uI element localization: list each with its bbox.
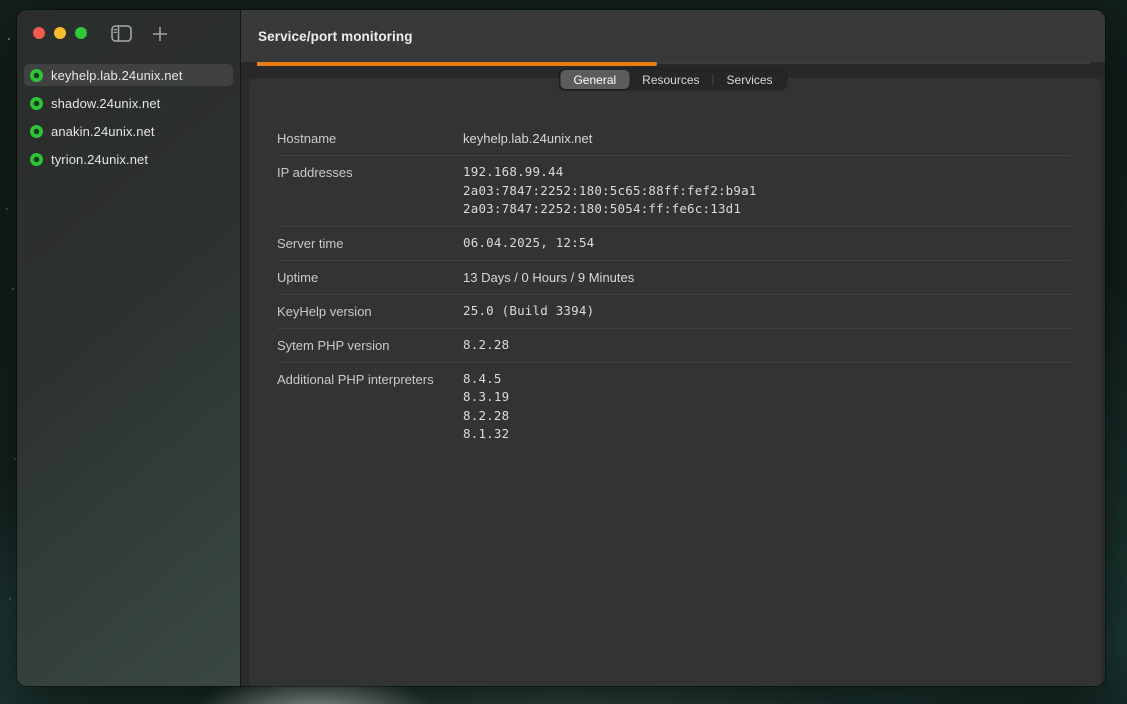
zoom-window-button[interactable]: [75, 27, 87, 39]
detail-values: 192.168.99.442a03:7847:2252:180:5c65:88f…: [463, 163, 1071, 219]
progress-bar: [257, 62, 657, 66]
detail-row: IP addresses192.168.99.442a03:7847:2252:…: [277, 156, 1071, 227]
detail-row: Sytem PHP version8.2.28: [277, 329, 1071, 363]
progress-track: [257, 62, 1090, 64]
detail-value: 8.2.28: [463, 407, 1071, 426]
detail-label: Additional PHP interpreters: [277, 370, 463, 444]
detail-value: keyhelp.lab.24unix.net: [463, 129, 1071, 148]
toggle-sidebar-button[interactable]: [110, 24, 132, 42]
app-window: keyhelp.lab.24unix.net shadow.24unix.net a…: [17, 10, 1105, 686]
detail-values: 06.04.2025, 12:54: [463, 234, 1071, 253]
detail-label: Uptime: [277, 268, 463, 287]
detail-label: Server time: [277, 234, 463, 253]
page-title: Service/port monitoring: [258, 29, 413, 44]
minimize-window-button[interactable]: [54, 27, 66, 39]
detail-label: Hostname: [277, 129, 463, 148]
detail-value: 8.4.5: [463, 370, 1071, 389]
detail-label: KeyHelp version: [277, 302, 463, 321]
detail-value: 25.0 (Build 3394): [463, 302, 1071, 321]
detail-values: 13 Days / 0 Hours / 9 Minutes: [463, 268, 1071, 287]
detail-value: 192.168.99.44: [463, 163, 1071, 182]
detail-value: 06.04.2025, 12:54: [463, 234, 1071, 253]
detail-row: Server time06.04.2025, 12:54: [277, 227, 1071, 261]
server-item-label: keyhelp.lab.24unix.net: [51, 68, 183, 83]
server-item-label: anakin.24unix.net: [51, 124, 155, 139]
tab-bar: GeneralResourcesServices: [559, 69, 786, 90]
detail-value: 13 Days / 0 Hours / 9 Minutes: [463, 268, 1071, 287]
detail-value: 2a03:7847:2252:180:5c65:88ff:fef2:b9a1: [463, 182, 1071, 201]
detail-value: 8.2.28: [463, 336, 1071, 355]
sidebar: keyhelp.lab.24unix.net shadow.24unix.net a…: [17, 10, 240, 686]
server-item-label: tyrion.24unix.net: [51, 152, 148, 167]
detail-value: 8.1.32: [463, 425, 1071, 444]
tab-services[interactable]: Services: [714, 70, 786, 89]
server-item[interactable]: tyrion.24unix.net: [24, 148, 233, 170]
detail-values: 8.4.58.3.198.2.288.1.32: [463, 370, 1071, 444]
titlebar: Service/port monitoring: [241, 10, 1105, 62]
detail-values: 25.0 (Build 3394): [463, 302, 1071, 321]
status-online-icon: [30, 125, 43, 138]
tab-general[interactable]: General: [560, 70, 629, 89]
status-online-icon: [30, 153, 43, 166]
detail-card: Hostnamekeyhelp.lab.24unix.netIP address…: [249, 78, 1101, 686]
server-item-label: shadow.24unix.net: [51, 96, 160, 111]
detail-label: IP addresses: [277, 163, 463, 219]
detail-values: keyhelp.lab.24unix.net: [463, 129, 1071, 148]
tab-resources[interactable]: Resources: [629, 70, 712, 89]
detail-values: 8.2.28: [463, 336, 1071, 355]
server-list: keyhelp.lab.24unix.net shadow.24unix.net a…: [17, 64, 240, 170]
detail-value: 8.3.19: [463, 388, 1071, 407]
sidebar-header: [17, 10, 240, 56]
status-online-icon: [30, 69, 43, 82]
detail-value: 2a03:7847:2252:180:5054:ff:fe6c:13d1: [463, 200, 1071, 219]
detail-table: Hostnamekeyhelp.lab.24unix.netIP address…: [277, 122, 1071, 451]
add-server-button[interactable]: [151, 25, 168, 42]
detail-row: KeyHelp version25.0 (Build 3394): [277, 295, 1071, 329]
close-window-button[interactable]: [33, 27, 45, 39]
content-pane: Service/port monitoring GeneralResources…: [241, 10, 1105, 686]
window-controls: [33, 27, 87, 39]
status-online-icon: [30, 97, 43, 110]
detail-row: Hostnamekeyhelp.lab.24unix.net: [277, 122, 1071, 156]
sidebar-panel-icon: [111, 25, 132, 42]
server-item[interactable]: shadow.24unix.net: [24, 92, 233, 114]
desktop-background: keyhelp.lab.24unix.net shadow.24unix.net a…: [0, 0, 1127, 704]
detail-row: Uptime13 Days / 0 Hours / 9 Minutes: [277, 261, 1071, 295]
plus-icon: [152, 26, 168, 42]
server-item[interactable]: anakin.24unix.net: [24, 120, 233, 142]
detail-label: Sytem PHP version: [277, 336, 463, 355]
server-item[interactable]: keyhelp.lab.24unix.net: [24, 64, 233, 86]
detail-row: Additional PHP interpreters8.4.58.3.198.…: [277, 363, 1071, 451]
